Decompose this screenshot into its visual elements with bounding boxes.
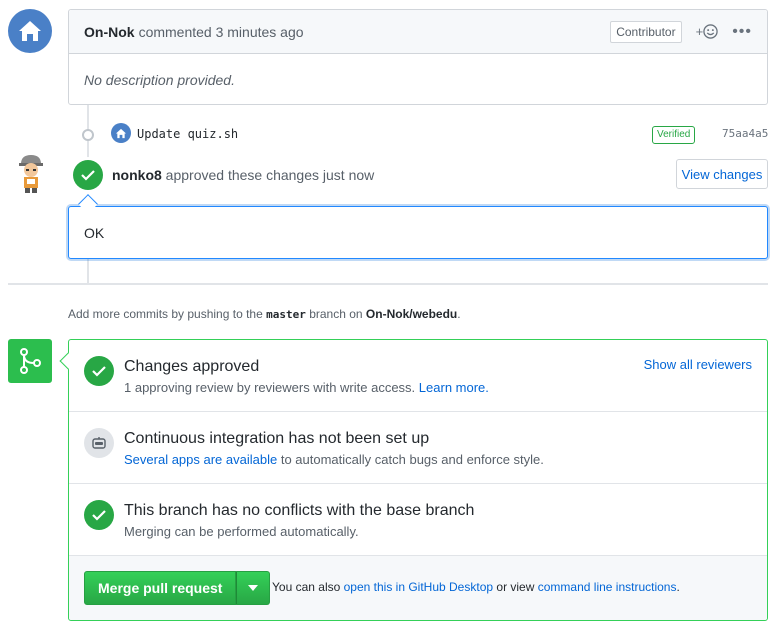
push-hint-prefix: Add more commits by pushing to the bbox=[68, 307, 263, 321]
commit-sha-link[interactable]: 75aa4a5 bbox=[722, 127, 768, 140]
conflicts-title: This branch has no conflicts with the ba… bbox=[124, 502, 475, 519]
check-icon bbox=[81, 170, 95, 181]
reviewer-avatar[interactable] bbox=[14, 153, 48, 195]
conflicts-desc: Merging can be performed automatically. bbox=[124, 524, 359, 539]
merge-status-ci: Continuous integration has not been set … bbox=[69, 412, 767, 484]
commit-author-avatar[interactable] bbox=[111, 123, 131, 143]
verified-badge[interactable]: Verified bbox=[652, 126, 696, 144]
commit-message-link[interactable]: Update quiz.sh bbox=[137, 127, 238, 141]
repo-name[interactable]: On-Nok/webedu bbox=[366, 307, 457, 321]
approved-status-icon bbox=[84, 356, 114, 386]
triangle-down-icon bbox=[248, 585, 259, 591]
timeline-divider bbox=[8, 283, 768, 285]
merge-pull-request-button[interactable]: Merge pull request bbox=[84, 571, 237, 605]
reviewer-link[interactable]: nonko8 bbox=[112, 167, 162, 183]
open-desktop-link[interactable]: open this in GitHub Desktop bbox=[344, 580, 493, 594]
ci-title: Continuous integration has not been set … bbox=[124, 430, 430, 447]
comment-box: On-Nok commented 3 minutes ago Contribut… bbox=[68, 9, 768, 105]
push-hint: Add more commits by pushing to the maste… bbox=[68, 307, 461, 321]
push-hint-middle: branch on bbox=[309, 307, 363, 321]
check-icon bbox=[92, 366, 106, 377]
alt-suffix: . bbox=[676, 580, 680, 594]
ci-desc: Several apps are available to automatica… bbox=[124, 452, 544, 467]
approved-title: Changes approved bbox=[124, 358, 260, 375]
git-merge-icon bbox=[8, 339, 52, 383]
comment-author-link[interactable]: On-Nok bbox=[84, 24, 135, 40]
commit-icon bbox=[82, 129, 94, 141]
merge-status-conflicts: This branch has no conflicts with the ba… bbox=[69, 484, 767, 556]
branch-name: master bbox=[266, 308, 306, 321]
alt-prefix: You can also bbox=[272, 580, 341, 594]
reaction-plus: + bbox=[695, 24, 704, 39]
view-changes-button[interactable]: View changes bbox=[676, 159, 768, 189]
person-avatar-icon bbox=[19, 155, 43, 193]
merge-button-group: Merge pull request bbox=[84, 571, 271, 605]
merge-status-approved: Changes approved 1 approving review by r… bbox=[69, 340, 767, 412]
smiley-icon bbox=[703, 24, 718, 39]
merge-footer: Merge pull request You can also open thi… bbox=[69, 556, 767, 620]
comment-timestamp: commented 3 minutes ago bbox=[138, 23, 304, 40]
push-hint-suffix: . bbox=[457, 307, 461, 321]
kebab-icon[interactable]: ••• bbox=[732, 23, 752, 41]
comment-header: On-Nok commented 3 minutes ago Contribut… bbox=[69, 10, 767, 54]
approval-summary: nonko8 approved these changes just now bbox=[112, 167, 374, 183]
timeline-line bbox=[87, 259, 89, 283]
apps-available-link[interactable]: Several apps are available bbox=[124, 452, 277, 467]
ci-status-icon bbox=[84, 428, 114, 458]
show-all-reviewers-link[interactable]: Show all reviewers bbox=[644, 357, 752, 372]
approved-badge bbox=[73, 160, 103, 190]
robot-icon bbox=[92, 437, 106, 449]
approved-desc: 1 approving review by reviewers with wri… bbox=[124, 380, 489, 395]
check-icon bbox=[92, 510, 106, 521]
approval-action: approved these changes just now bbox=[165, 167, 375, 183]
house-icon bbox=[115, 128, 127, 138]
author-avatar[interactable] bbox=[8, 9, 52, 53]
add-reaction-button[interactable]: + bbox=[696, 24, 719, 39]
alt-middle: or view bbox=[496, 580, 535, 594]
merge-icon bbox=[20, 348, 41, 374]
approved-desc-text: 1 approving review by reviewers with wri… bbox=[124, 380, 416, 395]
command-line-link[interactable]: command line instructions bbox=[538, 580, 677, 594]
learn-more-link[interactable]: Learn more. bbox=[419, 380, 489, 395]
merge-box: Changes approved 1 approving review by r… bbox=[68, 339, 768, 621]
comment-body: No description provided. bbox=[84, 72, 235, 88]
contributor-label: Contributor bbox=[610, 20, 682, 43]
review-comment-box: OK bbox=[68, 206, 768, 259]
house-icon bbox=[19, 21, 41, 41]
conflicts-status-icon bbox=[84, 500, 114, 530]
merge-method-dropdown[interactable] bbox=[236, 571, 271, 605]
ci-desc-text: to automatically catch bugs and enforce … bbox=[280, 452, 544, 467]
merge-alternatives: You can also open this in GitHub Desktop… bbox=[272, 580, 680, 594]
